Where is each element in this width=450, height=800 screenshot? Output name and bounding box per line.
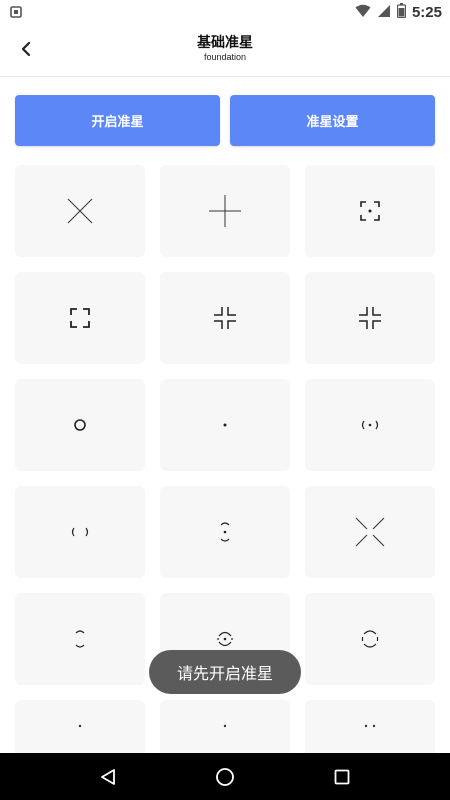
toast-message: 请先开启准星 — [149, 650, 301, 694]
system-nav-bar — [0, 753, 450, 800]
home-circle-icon — [216, 767, 234, 786]
plus-cross-icon — [209, 195, 241, 227]
status-left — [10, 3, 22, 22]
crosshair-option[interactable] — [15, 379, 145, 471]
crosshair-option[interactable] — [15, 272, 145, 364]
back-triangle-icon — [101, 768, 116, 785]
nav-recents-button[interactable] — [322, 757, 362, 797]
crosshair-option[interactable] — [160, 165, 290, 257]
status-time: 5:25 — [411, 4, 442, 21]
status-right: 5:25 — [355, 3, 442, 22]
page-subtitle: foundation — [203, 52, 247, 62]
app-header: 基础准星 foundation — [0, 25, 450, 77]
crosshair-option[interactable] — [160, 700, 290, 753]
crosshair-option[interactable] — [160, 486, 290, 578]
gap-cross-icon — [214, 307, 236, 329]
paren-dot-icon — [361, 420, 379, 430]
nav-home-button[interactable] — [205, 757, 245, 797]
circle-gap-icon — [361, 630, 379, 648]
dot-top-icon — [78, 724, 82, 728]
center-dot-icon — [223, 423, 227, 427]
battery-icon — [396, 3, 407, 22]
cellular-signal-icon — [377, 3, 391, 22]
crosshair-option[interactable] — [160, 272, 290, 364]
dot-pair-icon — [364, 724, 376, 728]
dot-bracket-icon — [360, 201, 380, 221]
crosshair-option[interactable] — [15, 700, 145, 753]
crosshair-option[interactable] — [15, 165, 145, 257]
crosshair-option[interactable] — [305, 272, 435, 364]
nav-back-button[interactable] — [88, 757, 128, 797]
square-corners-icon — [70, 308, 90, 328]
crosshair-option[interactable] — [15, 486, 145, 578]
x-cross-icon — [67, 198, 93, 224]
notification-app-icon — [10, 3, 22, 22]
gap-cross-small-icon — [359, 307, 381, 329]
dot-small-icon — [223, 724, 227, 728]
wifi-icon — [355, 3, 371, 22]
circle-icon — [74, 419, 86, 431]
page-title: 基础准星 — [197, 35, 253, 51]
large-x-gap-icon — [355, 517, 385, 547]
crosshair-option[interactable] — [15, 593, 145, 685]
crosshair-option[interactable] — [305, 379, 435, 471]
arc-dot-icon — [220, 522, 230, 542]
crosshair-option[interactable] — [160, 379, 290, 471]
circle-dot-icon — [217, 631, 233, 647]
recents-square-icon — [334, 769, 350, 784]
crosshair-option[interactable] — [305, 700, 435, 753]
crosshair-option[interactable] — [305, 165, 435, 257]
crosshair-option[interactable] — [305, 486, 435, 578]
action-row: 开启准星 准星设置 — [15, 95, 435, 146]
paren-pair-icon — [71, 527, 89, 537]
title-group: 基础准星 foundation — [0, 34, 450, 63]
enable-crosshair-button[interactable]: 开启准星 — [15, 95, 220, 146]
status-bar: 5:25 — [0, 0, 450, 25]
crosshair-option[interactable] — [305, 593, 435, 685]
crosshair-settings-button[interactable]: 准星设置 — [230, 95, 435, 146]
arc-pair-icon — [75, 630, 85, 648]
